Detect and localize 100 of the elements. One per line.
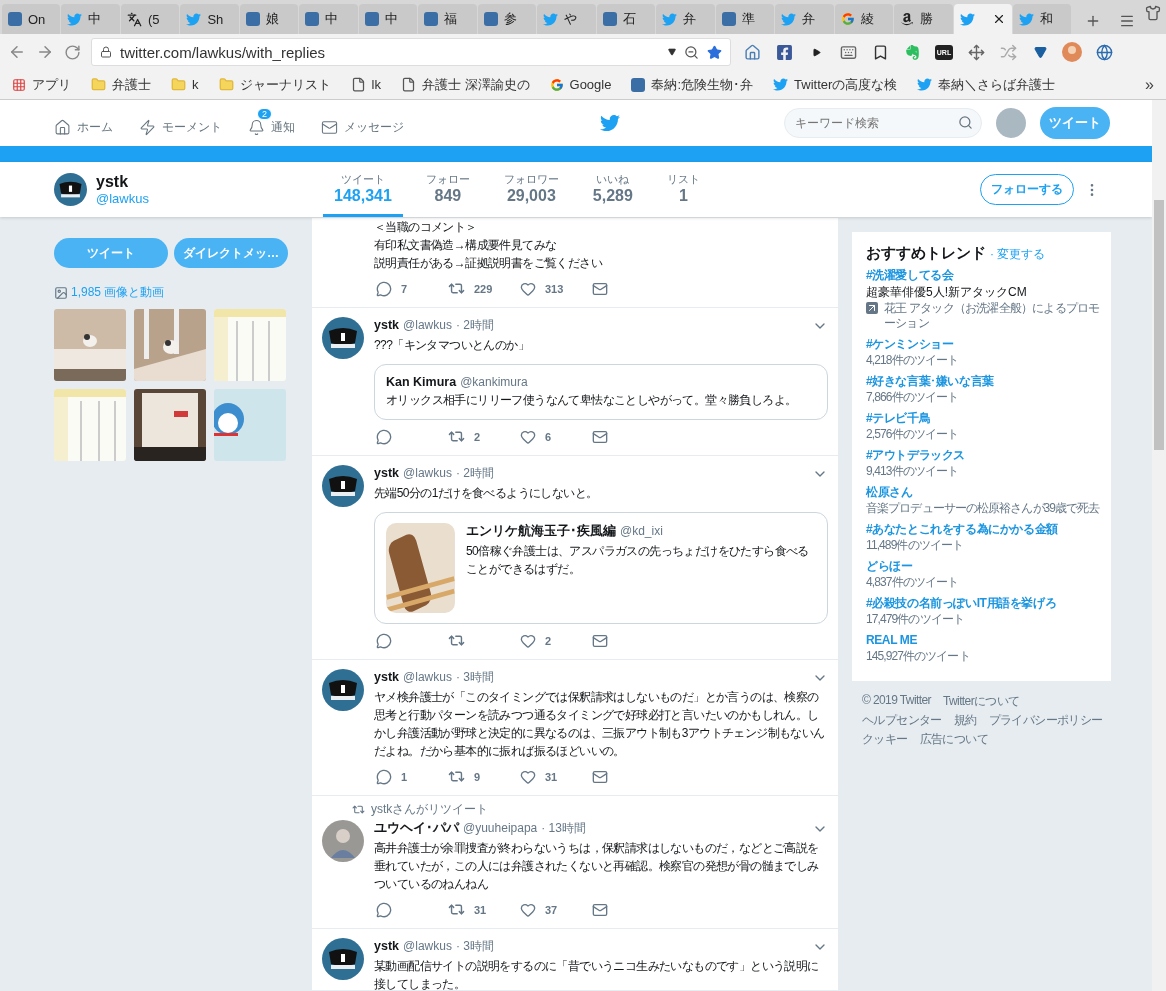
quoted-tweet[interactable]: エンリケ航海玉子･疾風編 @kd_ixi 50倍稼ぐ弁護士は、アスパラガスの先っちょだけをひたすら食べることができるはずだ。 (374, 512, 828, 624)
browser-tab[interactable]: 弁 (656, 4, 715, 34)
tweet-time[interactable]: · 13時間 (541, 820, 586, 837)
browser-tab[interactable]: 中 (358, 4, 418, 34)
address-bar[interactable]: twitter.com/lawkus/with_replies (91, 38, 731, 66)
tweet-time[interactable]: · 3時間 (455, 669, 494, 686)
author-name[interactable]: ystk (374, 318, 400, 332)
browser-tab[interactable]: 石 (596, 4, 656, 34)
trend-name[interactable]: #ケンミンショー (866, 336, 1103, 353)
footer-link[interactable]: © 2019 Twitter (862, 693, 931, 710)
shirt-icon[interactable] (1145, 5, 1162, 21)
bookmark-item[interactable]: 弁護士 (91, 75, 151, 94)
bookmarks-overflow[interactable]: » (1145, 75, 1154, 94)
browser-tab[interactable]: 勝 (894, 4, 953, 34)
bookmark-item[interactable]: lk (350, 77, 381, 92)
avatar[interactable] (322, 317, 364, 359)
avatar[interactable] (322, 669, 364, 711)
footer-link[interactable]: Twitterについて (942, 693, 1020, 710)
bookmark-item[interactable]: Twitterの高度な検 (773, 75, 898, 94)
browser-tab[interactable]: Sh (180, 4, 239, 34)
trend-name[interactable]: #あなたとこれをする為にかかる金額 (866, 521, 1103, 538)
triangle-icon[interactable] (1033, 45, 1047, 59)
author-handle[interactable]: @lawkus (403, 466, 452, 480)
browser-tab[interactable]: 和 (1012, 4, 1072, 34)
trend-name[interactable]: #好きな言葉･嫌いな言葉 (866, 373, 1103, 390)
author-handle[interactable]: @lawkus (403, 318, 452, 332)
retweet-button[interactable]: 229 (448, 280, 520, 297)
browser-tab[interactable]: 福 (418, 4, 477, 34)
trend-name[interactable]: 松原さん (866, 484, 1103, 501)
home-icon[interactable] (743, 43, 761, 61)
browser-tab[interactable]: 中 (299, 4, 358, 34)
browser-tab[interactable]: (5 (120, 4, 180, 34)
like-button[interactable]: 37 (520, 901, 592, 918)
tweet-time[interactable]: · 2時間 (455, 465, 494, 482)
reply-button[interactable]: 7 (376, 280, 448, 297)
footer-link[interactable]: 広告について (919, 731, 988, 748)
footer-link[interactable]: クッキー (862, 731, 908, 748)
play-icon[interactable] (811, 47, 821, 57)
profile-icon[interactable] (1062, 42, 1082, 62)
nav-link[interactable]: メッセージ (321, 108, 404, 138)
globe-icon[interactable] (1095, 43, 1113, 61)
like-button[interactable]: 313 (520, 280, 592, 297)
trend-name[interactable]: #洗濯愛してる会 (866, 267, 1103, 284)
nav-link[interactable]: 通知 2 (248, 108, 295, 138)
trend-name[interactable]: REAL ME (866, 632, 1103, 649)
menu-icon[interactable] (1119, 13, 1136, 29)
author-handle[interactable]: @lawkus (403, 939, 452, 953)
dropdown-icon[interactable] (668, 48, 676, 56)
quoted-tweet[interactable]: Kan Kimura @kankimura オリックス相手にリリーフ使うなんて卑怯なことしやがって。堂々勝負しろよ。 (374, 364, 828, 420)
retweet-button[interactable]: 2 (448, 428, 520, 445)
trend-name[interactable]: どらほー (866, 558, 1103, 575)
move-icon[interactable] (967, 43, 985, 61)
browser-tab[interactable]: 綾 (834, 4, 894, 34)
footer-link[interactable]: プライバシーポリシー (988, 712, 1103, 729)
reload-icon[interactable] (64, 43, 81, 61)
search-field[interactable]: キーワード検索 (784, 108, 982, 138)
change-link[interactable]: · 変更する (990, 246, 1046, 263)
tweet-time[interactable]: · 2時間 (455, 317, 494, 334)
follow-button[interactable]: フォローする (980, 174, 1074, 205)
like-button[interactable]: 2 (520, 632, 592, 649)
author-name[interactable]: ユウヘイ･パパ (374, 820, 459, 837)
like-button[interactable]: 6 (520, 428, 592, 445)
author-name[interactable]: ystk (374, 466, 400, 480)
bookmark-item[interactable]: Google (549, 77, 612, 92)
author-handle[interactable]: @yuuheipapa (463, 821, 538, 835)
zoom-out-icon[interactable] (684, 44, 699, 60)
nav-link[interactable]: モーメント (139, 108, 222, 138)
footer-link[interactable]: ヘルプセンター (862, 712, 942, 729)
bookmark-item[interactable]: 弁護士 深澤諭史の (400, 75, 530, 94)
star-icon[interactable] (707, 44, 722, 60)
profile-stat-tab[interactable]: フォロワー 29,003 (492, 162, 570, 217)
bookmark-item[interactable]: 奉納:危険生物･弁 (631, 75, 754, 94)
browser-tab[interactable]: 娘 (239, 4, 299, 34)
keyboard-icon[interactable] (839, 43, 857, 61)
twitter-bird-icon[interactable] (600, 113, 620, 133)
browser-tab[interactable]: 準 (715, 4, 775, 34)
forward-icon[interactable] (36, 43, 54, 61)
avatar[interactable] (54, 173, 87, 206)
profile-stat-tab[interactable]: いいね 5,289 (581, 162, 644, 217)
bookmark-item[interactable]: ジャーナリスト (218, 75, 331, 94)
retweet-button[interactable]: 31 (448, 901, 520, 918)
nav-link[interactable]: ホーム (54, 108, 113, 138)
retweet-button[interactable]: 9 (448, 768, 520, 785)
author-name[interactable]: ystk (374, 939, 400, 953)
footer-link[interactable]: 規約 (953, 712, 977, 729)
trend-name[interactable]: #アウトデラックス (866, 447, 1103, 464)
browser-tab[interactable]: 弁 (775, 4, 834, 34)
profile-stat-tab[interactable]: フォロー 849 (414, 162, 481, 217)
reply-button[interactable]: 1 (376, 768, 448, 785)
author-name[interactable]: ystk (374, 670, 400, 684)
browser-tab[interactable]: On (2, 4, 61, 34)
bookmark-item[interactable]: 奉納＼さらば弁護士 (917, 75, 1056, 94)
browser-tab[interactable]: や (537, 4, 596, 34)
browser-tab[interactable]: 中 (61, 4, 120, 34)
search-icon[interactable] (958, 115, 973, 130)
tweet-time[interactable]: · 3時間 (455, 938, 494, 955)
like-button[interactable]: 31 (520, 768, 592, 785)
trend-name[interactable]: #テレビ千鳥 (866, 410, 1103, 427)
profile-stat-tab[interactable]: リスト 1 (655, 162, 711, 217)
bookmark-item[interactable]: アプリ (12, 75, 71, 94)
